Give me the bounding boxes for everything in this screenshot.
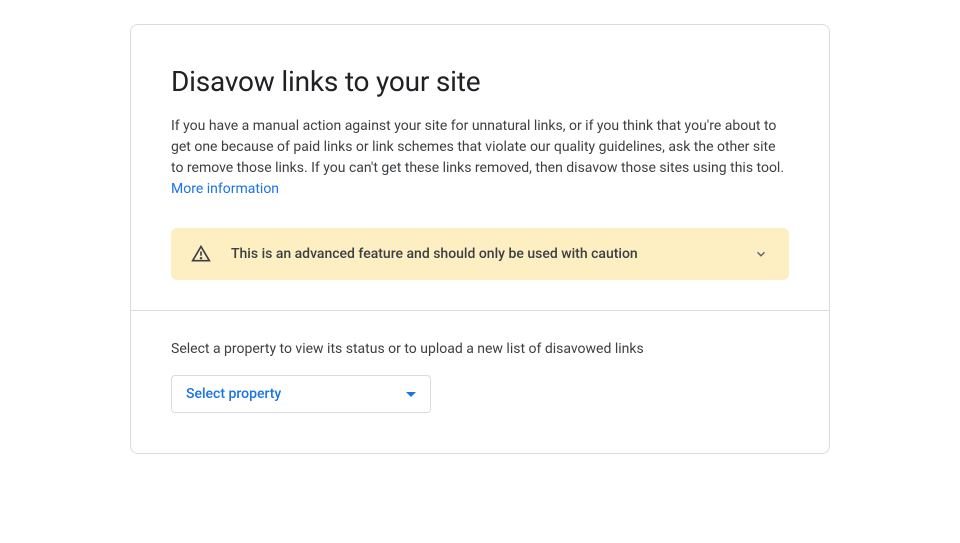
description-text: If you have a manual action against your… bbox=[171, 116, 789, 200]
chevron-down-icon bbox=[753, 246, 769, 262]
more-info-link[interactable]: More information bbox=[171, 181, 279, 197]
disavow-card: Disavow links to your site If you have a… bbox=[130, 24, 830, 454]
dropdown-caret-icon bbox=[406, 392, 416, 397]
select-instruction: Select a property to view its status or … bbox=[171, 341, 789, 357]
card-bottom-section: Select a property to view its status or … bbox=[131, 311, 829, 453]
description-body: If you have a manual action against your… bbox=[171, 118, 784, 176]
warning-banner[interactable]: This is an advanced feature and should o… bbox=[171, 228, 789, 280]
card-top-section: Disavow links to your site If you have a… bbox=[131, 25, 829, 310]
page-title: Disavow links to your site bbox=[171, 65, 789, 98]
property-select-placeholder: Select property bbox=[186, 386, 281, 402]
property-select-dropdown[interactable]: Select property bbox=[171, 375, 431, 413]
warning-text: This is an advanced feature and should o… bbox=[231, 246, 733, 262]
warning-triangle-icon bbox=[191, 244, 211, 264]
